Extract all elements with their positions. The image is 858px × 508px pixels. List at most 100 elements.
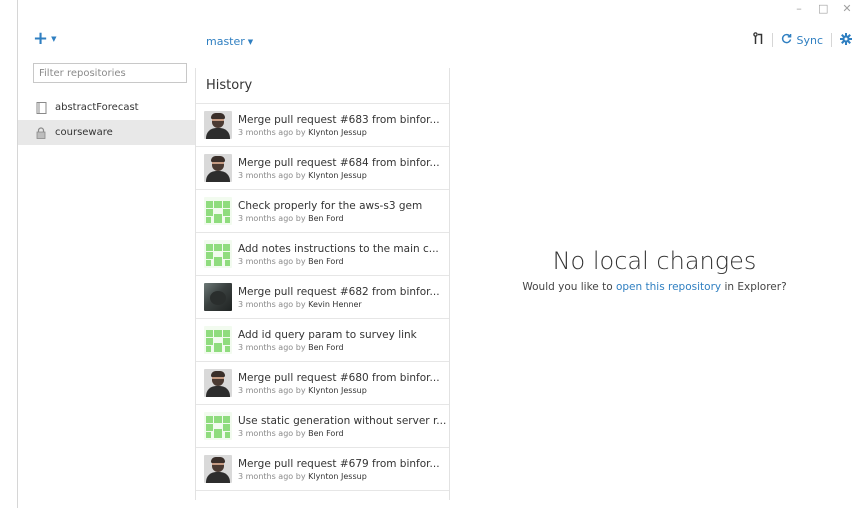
- commit-row[interactable]: Add id query param to survey link 3 month…: [196, 319, 449, 362]
- open-repository-link[interactable]: open this repository: [616, 281, 721, 293]
- commit-by: by: [295, 127, 306, 137]
- commit-row[interactable]: Use static generation without server r..…: [196, 405, 449, 448]
- commit-text: Merge pull request #680 from binfor... 3 …: [238, 371, 440, 396]
- toolbar-divider: [772, 33, 774, 47]
- no-changes-heading: No local changes: [552, 247, 757, 275]
- repo-item-abstractforecast[interactable]: abstractForecast: [18, 95, 195, 120]
- prompt-text: Would you like to: [522, 281, 613, 293]
- commit-meta: 3 months ago by Klynton Jessup: [238, 471, 440, 482]
- avatar: [204, 154, 232, 182]
- commit-meta: 3 months ago by Ben Ford: [238, 213, 422, 224]
- commit-by: by: [295, 385, 306, 395]
- toolbar-actions: Sync: [753, 32, 852, 48]
- commit-title: Merge pull request #682 from binfor...: [238, 285, 440, 298]
- add-repository-button[interactable]: + ▼: [33, 30, 56, 48]
- commit-author: Klynton Jessup: [308, 471, 367, 481]
- commit-title: Merge pull request #680 from binfor...: [238, 371, 440, 384]
- commit-row[interactable]: Add notes instructions to the main c... 3…: [196, 233, 449, 276]
- commit-title: Merge pull request #679 from binfor...: [238, 457, 440, 470]
- commit-title: Check properly for the aws-s3 gem: [238, 199, 423, 212]
- repo-item-label: courseware: [55, 127, 113, 138]
- app-window: – □ ✕ + ▼ abstractForecast courseware: [17, 0, 858, 508]
- avatar: [204, 412, 232, 440]
- commit-meta: 3 months ago by Ben Ford: [238, 342, 417, 353]
- commit-by: by: [295, 299, 306, 309]
- top-bar: master ▼ Sync: [195, 0, 858, 68]
- commit-by: by: [295, 342, 306, 352]
- toolbar-divider: [831, 33, 832, 47]
- branch-selector[interactable]: master ▼: [206, 35, 253, 48]
- commit-row[interactable]: Merge pull request #683 from binfor... 3 …: [196, 104, 449, 147]
- commit-title: Add notes instructions to the main c...: [238, 242, 439, 255]
- commit-row[interactable]: Check properly for the aws-s3 gem 3 month…: [196, 190, 449, 233]
- avatar: [204, 240, 232, 268]
- commit-row[interactable]: Merge pull request #679 from binfor... 3 …: [196, 448, 449, 491]
- commit-text: Merge pull request #682 from binfor... 3 …: [238, 285, 440, 310]
- sidebar: + ▼ abstractForecast courseware: [18, 0, 195, 508]
- chevron-down-icon: ▼: [51, 35, 57, 43]
- repository-list: abstractForecast courseware: [18, 95, 195, 145]
- avatar: [204, 283, 232, 311]
- commit-meta: 3 months ago by Klynton Jessup: [238, 170, 440, 181]
- commit-title: Use static generation without server r..…: [238, 414, 447, 427]
- avatar: [204, 111, 232, 139]
- commit-text: Check properly for the aws-s3 gem 3 month…: [238, 199, 422, 224]
- commit-title: Merge pull request #684 from binfor...: [238, 156, 440, 169]
- commit-meta: 3 months ago by Ben Ford: [238, 256, 439, 267]
- commit-row[interactable]: Merge pull request #682 from binfor... 3 …: [196, 276, 449, 319]
- avatar: [204, 197, 232, 225]
- prompt-text: in Explorer?: [724, 281, 787, 293]
- commit-author: Ben Ford: [308, 342, 344, 352]
- no-changes-prompt: Would you like to open this repository i…: [450, 281, 858, 293]
- sync-button[interactable]: Sync: [781, 33, 823, 47]
- commit-author: Ben Ford: [308, 428, 344, 438]
- commit-time: 3 months ago: [238, 170, 294, 180]
- commit-by: by: [295, 170, 306, 180]
- commit-by: by: [295, 213, 306, 223]
- book-icon: [35, 101, 47, 114]
- chevron-down-icon: ▼: [247, 38, 254, 46]
- commit-title: Add id query param to survey link: [238, 328, 417, 341]
- branch-name: master: [206, 35, 245, 48]
- avatar: [204, 369, 232, 397]
- commit-time: 3 months ago: [238, 342, 294, 352]
- commit-time: 3 months ago: [238, 127, 294, 137]
- commit-time: 3 months ago: [238, 256, 294, 266]
- commit-text: Add notes instructions to the main c... 3…: [238, 242, 439, 267]
- plus-icon: +: [33, 28, 49, 49]
- commit-author: Kevin Henner: [308, 299, 362, 309]
- commit-by: by: [295, 471, 306, 481]
- commit-time: 3 months ago: [238, 471, 294, 481]
- filter-repositories-input[interactable]: [33, 63, 187, 83]
- sync-label: Sync: [796, 33, 823, 47]
- commit-text: Merge pull request #679 from binfor... 3 …: [238, 457, 440, 482]
- settings-button[interactable]: [840, 32, 852, 48]
- changes-panel: No local changes Would you like to open …: [450, 68, 858, 508]
- repo-item-courseware[interactable]: courseware: [18, 120, 195, 145]
- commit-author: Ben Ford: [308, 213, 344, 223]
- sync-icon: [781, 33, 792, 47]
- commit-text: Use static generation without server r..…: [238, 414, 446, 439]
- avatar: [204, 455, 232, 483]
- commit-author: Klynton Jessup: [308, 127, 367, 137]
- commit-author: Klynton Jessup: [308, 170, 367, 180]
- commit-time: 3 months ago: [238, 299, 294, 309]
- commit-row[interactable]: Merge pull request #680 from binfor... 3 …: [196, 362, 449, 405]
- gear-icon: [840, 32, 852, 48]
- commit-by: by: [295, 428, 306, 438]
- commit-row[interactable]: Merge pull request #684 from binfor... 3 …: [196, 147, 449, 190]
- commit-meta: 3 months ago by Ben Ford: [238, 428, 446, 439]
- repo-item-label: abstractForecast: [55, 102, 139, 113]
- commit-time: 3 months ago: [238, 428, 294, 438]
- commit-by: by: [295, 256, 306, 266]
- pull-request-icon: [753, 32, 764, 48]
- commit-meta: 3 months ago by Klynton Jessup: [238, 385, 440, 396]
- commit-time: 3 months ago: [238, 385, 294, 395]
- pull-request-button[interactable]: [753, 32, 764, 48]
- commit-time: 3 months ago: [238, 213, 294, 223]
- commit-list: Merge pull request #683 from binfor... 3 …: [196, 104, 449, 491]
- avatar: [204, 326, 232, 354]
- history-title: History: [196, 68, 449, 104]
- commit-text: Merge pull request #684 from binfor... 3 …: [238, 156, 440, 181]
- commit-text: Add id query param to survey link 3 month…: [238, 328, 417, 353]
